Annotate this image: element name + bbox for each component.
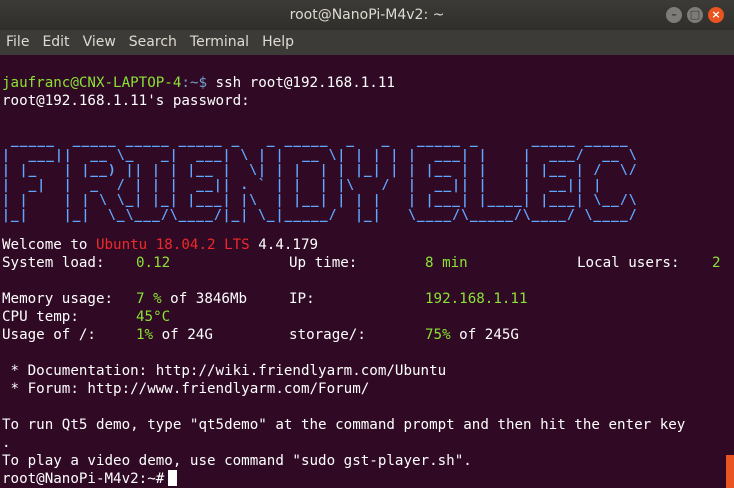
prompt-user: jaufranc@CNX-LAPTOP-4 bbox=[2, 75, 182, 91]
current-prompt[interactable]: root@NanoPi-M4v2:~# bbox=[2, 470, 178, 488]
forum-line: * Forum: http://www.friendlyarm.com/Foru… bbox=[2, 381, 370, 397]
local-users-label: Local users: bbox=[577, 255, 680, 271]
remote-prompt: root@NanoPi-M4v2:~# bbox=[2, 471, 165, 487]
menu-file[interactable]: File bbox=[0, 30, 36, 55]
password-prompt: root@192.168.1.11's password: bbox=[2, 93, 250, 109]
window-controls: – □ × bbox=[666, 7, 724, 23]
prompt-path: :~$ bbox=[181, 75, 207, 91]
friendlyelec-ascii-banner: _____ _____ _____ _____ _ _ _____ _ _ __… bbox=[2, 133, 638, 223]
ssh-command: ssh root@192.168.1.11 bbox=[207, 75, 395, 91]
menu-terminal[interactable]: Terminal bbox=[184, 30, 256, 55]
cursor bbox=[168, 470, 178, 486]
terminal-output[interactable]: jaufranc@CNX-LAPTOP-4:~$ ssh root@192.16… bbox=[0, 55, 726, 488]
uptime-value: 8 min bbox=[425, 255, 468, 271]
memory-value: 7 % of 3846Mb bbox=[136, 291, 248, 307]
qt5-demo-line: To run Qt5 demo, type "qt5demo" at the c… bbox=[2, 417, 686, 433]
system-load-value: 0.12 bbox=[136, 255, 171, 271]
menu-edit[interactable]: Edit bbox=[36, 30, 76, 55]
menu-search[interactable]: Search bbox=[123, 30, 184, 55]
menu-bar: File Edit View Search Terminal Help bbox=[0, 30, 734, 55]
menu-help[interactable]: Help bbox=[256, 30, 301, 55]
system-load-row: System load: bbox=[2, 255, 105, 271]
storage-value: 75% of 245G bbox=[425, 327, 519, 343]
window-title: root@NanoPi-M4v2: ~ bbox=[289, 7, 445, 23]
video-demo-line: To play a video demo, use command "sudo … bbox=[2, 453, 472, 469]
local-users-value: 2 bbox=[712, 255, 721, 271]
os-version: Ubuntu 18.04.2 LTS bbox=[95, 237, 250, 253]
ip-label: IP: bbox=[289, 291, 315, 307]
usage-label: Usage of /: bbox=[2, 327, 96, 343]
documentation-line: * Documentation: http://wiki.friendlyarm… bbox=[2, 363, 447, 379]
ip-value: 192.168.1.11 bbox=[425, 291, 528, 307]
welcome-line: Welcome to Ubuntu 18.04.2 LTS 4.4.179 bbox=[2, 237, 319, 253]
memory-label: Memory usage: bbox=[2, 291, 114, 307]
window-titlebar[interactable]: root@NanoPi-M4v2: ~ – □ × bbox=[0, 0, 734, 30]
menu-view[interactable]: View bbox=[77, 30, 123, 55]
uptime-label: Up time: bbox=[289, 255, 358, 271]
ssh-command-line: jaufranc@CNX-LAPTOP-4:~$ ssh root@192.16… bbox=[2, 74, 395, 92]
storage-label: storage/: bbox=[289, 327, 366, 343]
cpu-temp-value: 45°C bbox=[136, 309, 171, 325]
cpu-temp-label: CPU temp: bbox=[2, 309, 79, 325]
close-button[interactable]: × bbox=[708, 7, 724, 23]
qt5-demo-continuation: . bbox=[2, 435, 11, 451]
usage-value: 1% of 24G bbox=[136, 327, 213, 343]
kernel-version: 4.4.179 bbox=[249, 237, 319, 253]
maximize-button[interactable]: □ bbox=[687, 7, 703, 23]
scrollbar-thumb[interactable] bbox=[726, 455, 734, 488]
minimize-button[interactable]: – bbox=[666, 7, 682, 23]
